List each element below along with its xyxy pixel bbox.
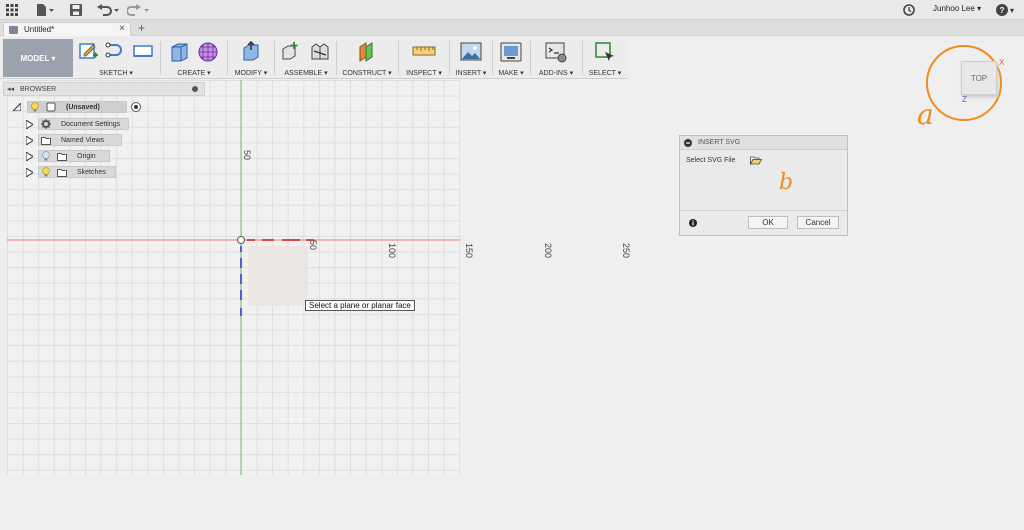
dialog-title-bar[interactable]: INSERT SVG xyxy=(680,136,847,150)
lightbulb-icon[interactable] xyxy=(41,167,51,177)
component-icon xyxy=(46,102,56,112)
viewport-overlay xyxy=(7,45,1002,475)
cancel-button[interactable]: Cancel xyxy=(797,216,839,229)
sketch-plane-preview[interactable] xyxy=(248,246,308,306)
collapse-panel-icon[interactable]: ◂◂ xyxy=(7,85,14,93)
browser-item-document-settings[interactable]: Document Settings xyxy=(26,118,129,130)
axis-label: 150 xyxy=(464,243,474,259)
browser-root-node[interactable]: (Unsaved) xyxy=(13,101,141,113)
axis-label: 250 xyxy=(621,243,631,259)
folder-icon xyxy=(41,136,51,145)
collapse-dialog-icon[interactable] xyxy=(684,139,692,147)
view-cube-z-axis-label: Z xyxy=(962,95,967,104)
selection-tooltip: Select a plane or planar face xyxy=(305,300,415,311)
browser-item-named-views[interactable]: Named Views xyxy=(26,134,122,146)
expand-triangle-icon[interactable] xyxy=(26,135,33,145)
view-cube-face-label: TOP xyxy=(970,73,988,83)
axis-label: 50 xyxy=(308,240,318,251)
lightbulb-icon[interactable] xyxy=(30,102,40,112)
browser-item-sketches[interactable]: Sketches xyxy=(26,166,116,178)
browser-item-origin[interactable]: Origin xyxy=(26,150,110,162)
lightbulb-off-icon[interactable] xyxy=(41,151,51,161)
origin-point[interactable] xyxy=(237,236,245,244)
open-folder-icon[interactable] xyxy=(750,156,762,165)
panel-options-icon[interactable] xyxy=(192,86,198,92)
axis-label: 50 xyxy=(242,150,252,161)
browser-title: BROWSER xyxy=(20,86,57,93)
view-cube[interactable]: TOP xyxy=(961,61,997,95)
axis-label: 100 xyxy=(387,243,397,259)
dialog-divider xyxy=(680,210,847,211)
ok-button[interactable]: OK xyxy=(748,216,788,229)
annotation-label-b: b xyxy=(779,170,794,195)
info-icon[interactable] xyxy=(689,219,697,227)
dialog-title: INSERT SVG xyxy=(698,139,741,146)
annotation-label-a: a xyxy=(917,98,934,131)
browser-item-label: Sketches xyxy=(77,168,106,176)
expand-triangle-icon[interactable] xyxy=(13,103,21,111)
browser-root-label: (Unsaved) xyxy=(66,103,100,111)
browser-item-label: Document Settings xyxy=(61,120,121,128)
folder-icon xyxy=(57,168,67,177)
browser-item-label: Origin xyxy=(77,152,96,160)
insert-svg-dialog: INSERT SVG Select SVG File OK Cancel xyxy=(679,135,848,236)
activate-radio-icon[interactable] xyxy=(131,102,141,112)
select-svg-file-label: Select SVG File xyxy=(686,157,736,164)
expand-triangle-icon[interactable] xyxy=(26,167,33,177)
expand-triangle-icon[interactable] xyxy=(26,119,33,129)
gear-icon xyxy=(41,119,51,129)
expand-triangle-icon[interactable] xyxy=(26,151,33,161)
axis-label: 200 xyxy=(543,243,553,259)
browser-panel-header[interactable]: ◂◂ BROWSER xyxy=(3,82,205,96)
browser-item-label: Named Views xyxy=(61,136,105,144)
folder-icon xyxy=(57,152,67,161)
view-cube-x-axis-label: X xyxy=(999,58,1005,67)
